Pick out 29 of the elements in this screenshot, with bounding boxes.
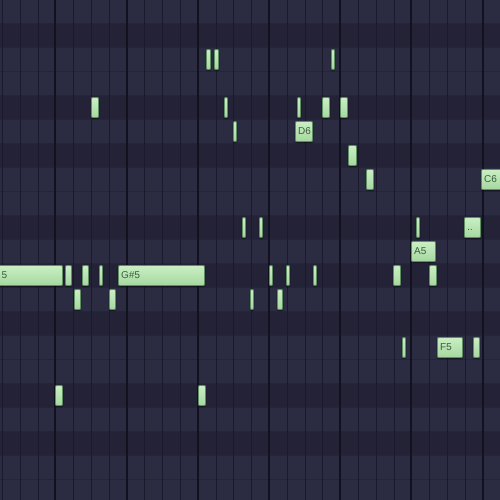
- note[interactable]: [224, 97, 228, 118]
- note[interactable]: 5: [0, 265, 64, 286]
- note[interactable]: [322, 97, 330, 118]
- note[interactable]: [340, 97, 348, 118]
- note[interactable]: C6: [480, 169, 500, 190]
- note[interactable]: [286, 265, 290, 286]
- note[interactable]: [242, 217, 246, 238]
- note[interactable]: G#5: [118, 265, 206, 286]
- note[interactable]: [259, 217, 264, 238]
- note[interactable]: [206, 49, 211, 70]
- piano-roll-grid[interactable]: D6 C6 .. A5 5 G#5 F5: [0, 0, 500, 500]
- note[interactable]: [269, 265, 273, 286]
- note[interactable]: [233, 121, 238, 142]
- note[interactable]: [214, 49, 219, 70]
- note[interactable]: [99, 265, 103, 286]
- note[interactable]: [312, 265, 317, 286]
- note[interactable]: [55, 385, 64, 406]
- note[interactable]: [402, 337, 406, 358]
- note[interactable]: [296, 97, 301, 118]
- note[interactable]: D6: [294, 121, 313, 142]
- note[interactable]: [250, 289, 254, 310]
- note[interactable]: [277, 289, 284, 310]
- note[interactable]: ..: [464, 217, 482, 238]
- note[interactable]: [330, 49, 335, 70]
- note[interactable]: [393, 265, 402, 286]
- note[interactable]: A5: [411, 241, 436, 262]
- note[interactable]: [429, 265, 438, 286]
- note[interactable]: [416, 217, 420, 238]
- note[interactable]: F5: [437, 337, 464, 358]
